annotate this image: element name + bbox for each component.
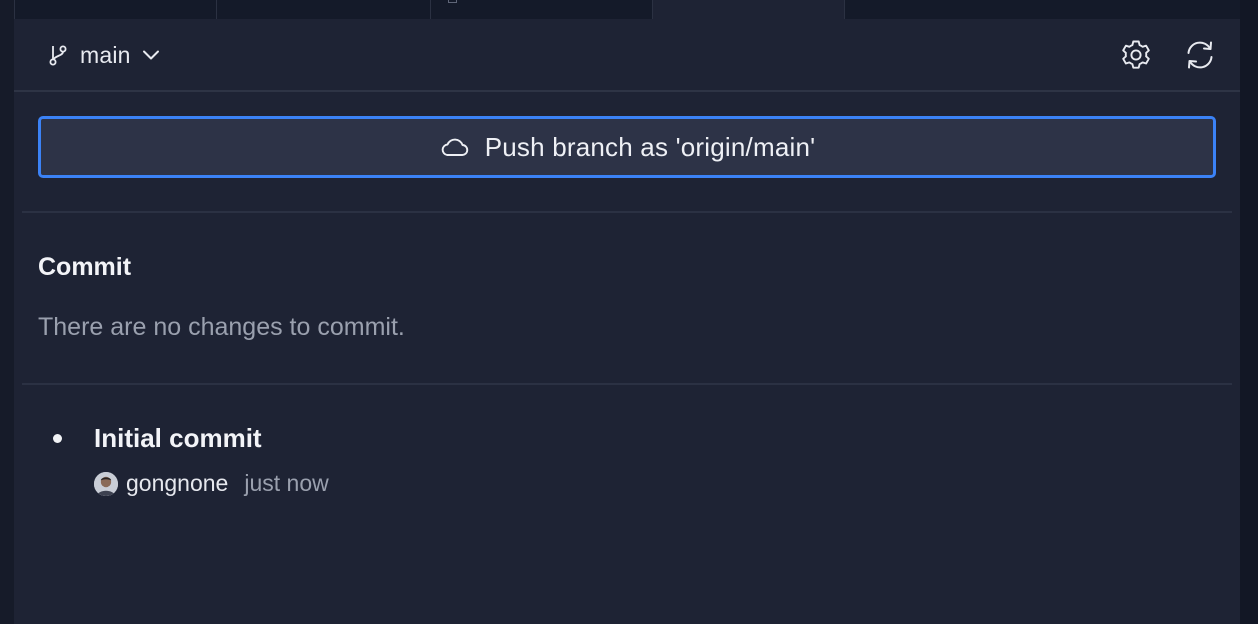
commit-bullet-icon bbox=[53, 434, 62, 443]
tab-source-control-active[interactable] bbox=[652, 0, 845, 20]
left-edge bbox=[0, 0, 14, 624]
settings-button[interactable] bbox=[1118, 37, 1154, 73]
commit-section-title: Commit bbox=[38, 253, 132, 281]
tab-1[interactable] bbox=[14, 0, 217, 19]
avatar bbox=[94, 471, 118, 496]
file-icon bbox=[448, 0, 457, 3]
source-control-panel: main Push branch as 'origin/main' Commit… bbox=[14, 19, 1240, 624]
divider bbox=[22, 383, 1232, 385]
commit-title: Initial commit bbox=[94, 423, 262, 453]
no-changes-message: There are no changes to commit. bbox=[38, 313, 405, 341]
git-branch-icon bbox=[49, 45, 67, 66]
tab-bar bbox=[14, 0, 1240, 20]
branch-name: main bbox=[80, 41, 131, 68]
branch-selector[interactable]: main bbox=[48, 39, 161, 71]
chevron-down-icon bbox=[142, 50, 159, 60]
app-window: main Push branch as 'origin/main' Commit… bbox=[0, 0, 1258, 624]
branch-bar: main bbox=[14, 19, 1240, 92]
commit-history-item[interactable]: Initial commit gongnone just now bbox=[14, 419, 1240, 519]
push-branch-button[interactable]: Push branch as 'origin/main' bbox=[38, 116, 1216, 178]
push-branch-label: Push branch as 'origin/main' bbox=[484, 131, 816, 162]
cloud-icon bbox=[441, 138, 468, 156]
tab-2[interactable] bbox=[217, 0, 431, 19]
refresh-button[interactable] bbox=[1182, 37, 1218, 73]
commit-author[interactable]: gongnone bbox=[126, 470, 228, 497]
sync-icon bbox=[1187, 41, 1213, 69]
commit-time: just now bbox=[244, 470, 329, 496]
avatar-image bbox=[94, 471, 118, 496]
divider bbox=[22, 211, 1232, 213]
tab-3[interactable] bbox=[431, 0, 653, 19]
commit-meta: gongnone just now bbox=[94, 470, 329, 497]
right-edge bbox=[1240, 0, 1258, 624]
gear-icon bbox=[1122, 40, 1150, 69]
